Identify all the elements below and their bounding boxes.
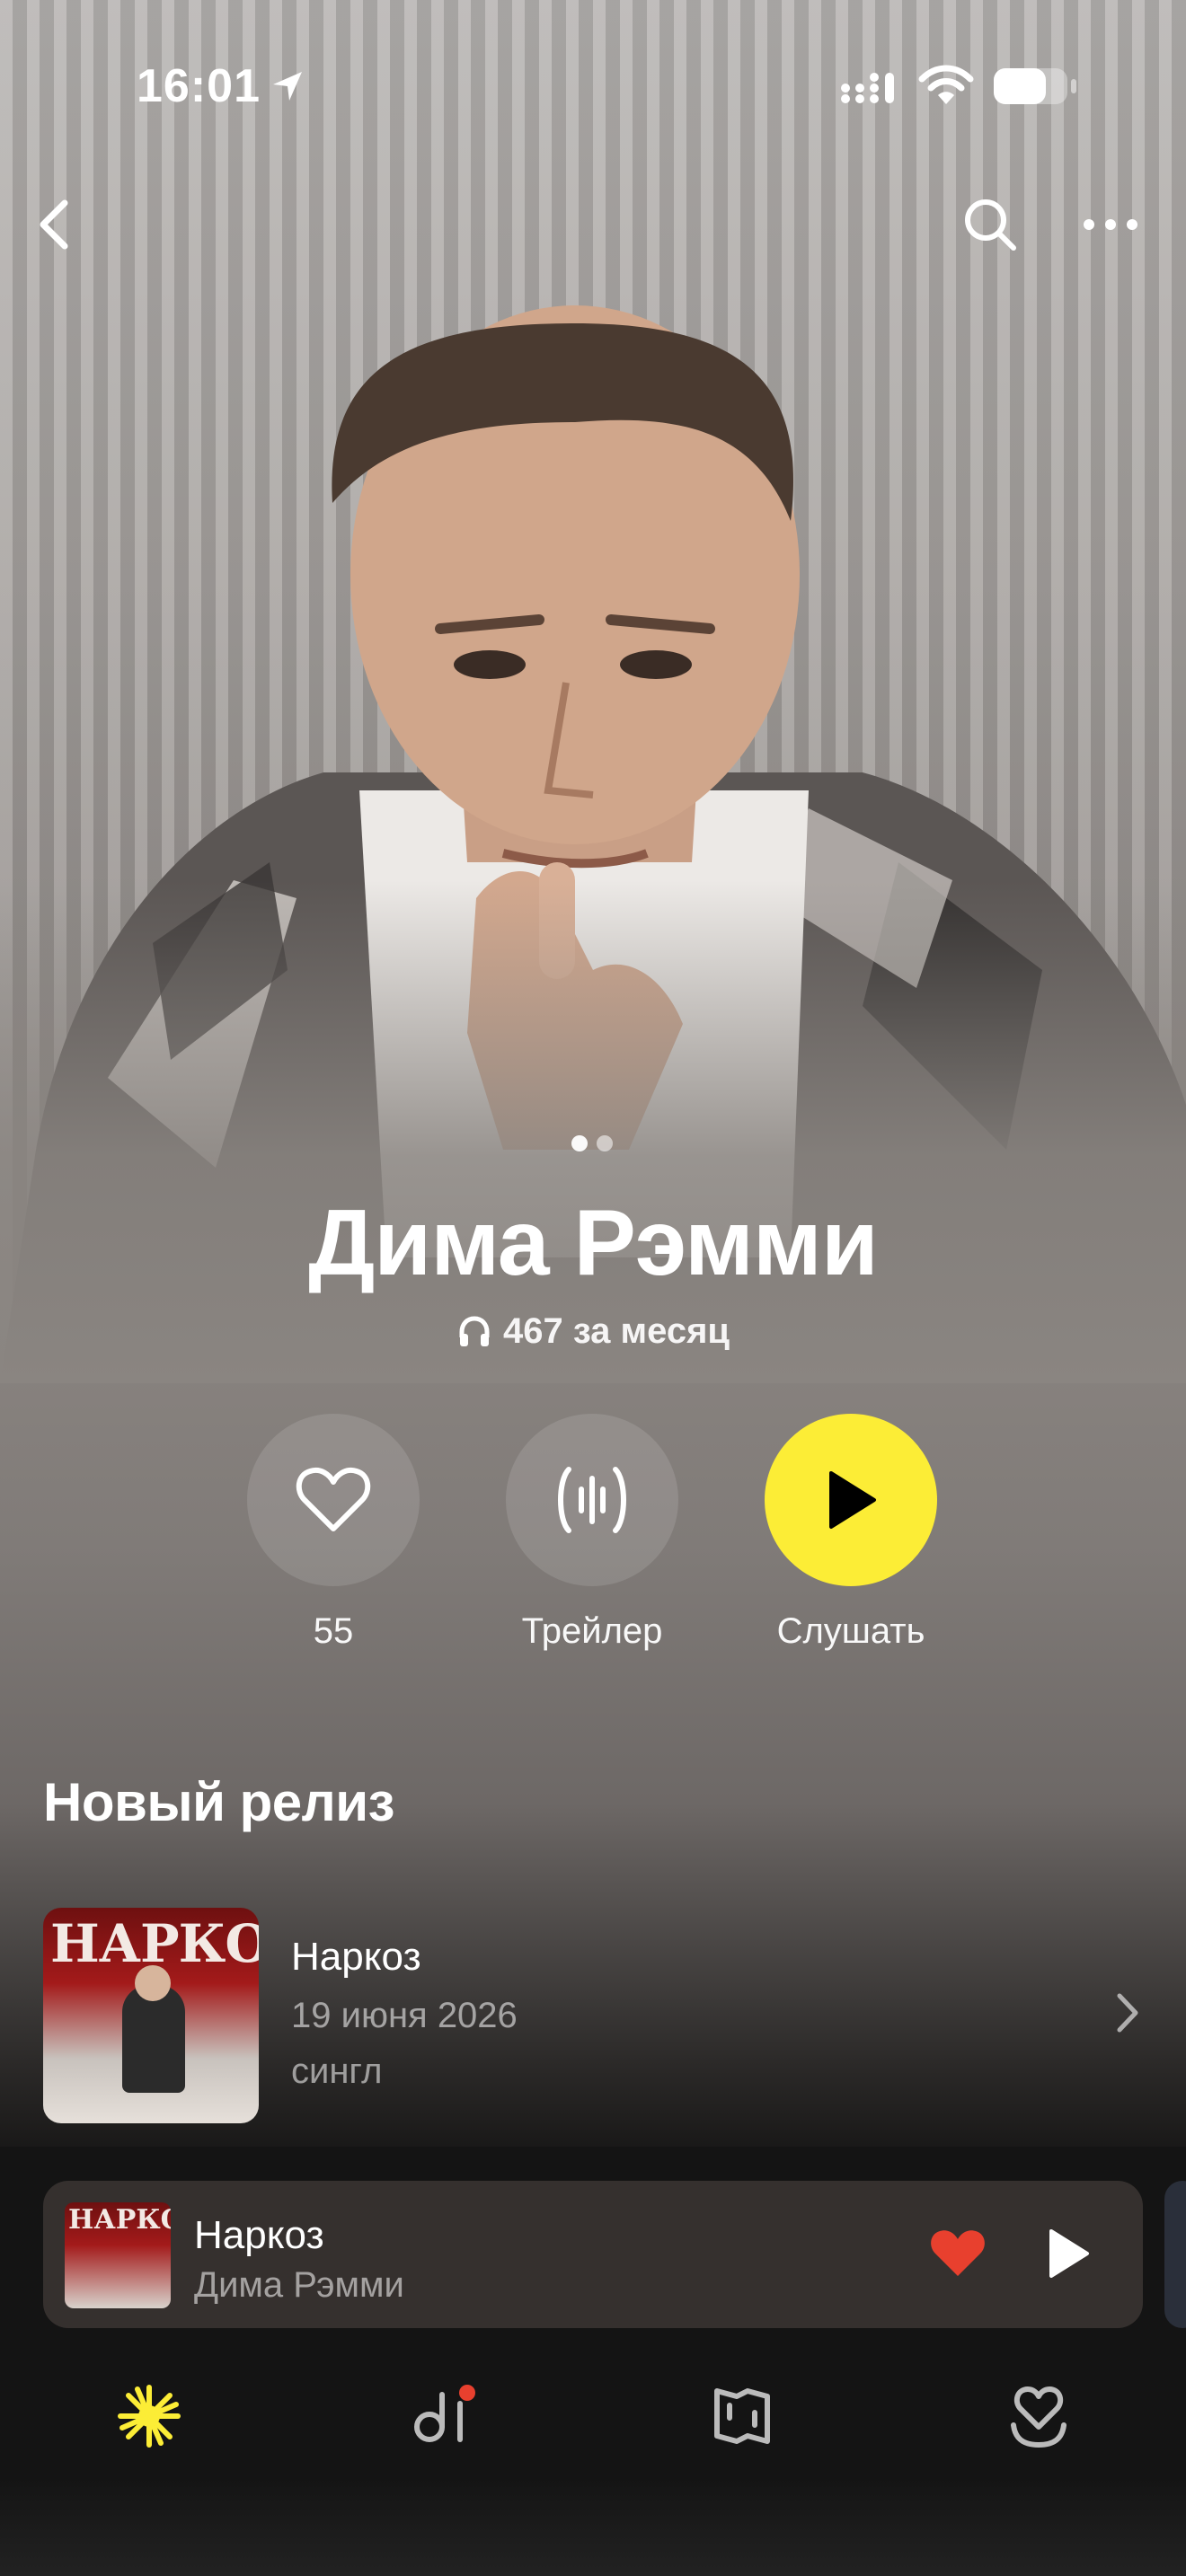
- listen-play-button[interactable]: [765, 1414, 937, 1586]
- status-bar: 16:01: [0, 54, 1186, 117]
- mini-like-button[interactable]: [929, 2228, 987, 2284]
- cover-figure: [122, 1985, 185, 2093]
- tab-favorites[interactable]: [994, 2371, 1084, 2461]
- page-dot: [597, 1135, 613, 1151]
- heart-filled-icon: [931, 2230, 985, 2276]
- play-icon: [1049, 2229, 1089, 2278]
- listen-label: Слушать: [776, 1611, 925, 1651]
- search-icon: [965, 199, 1016, 251]
- signal-icon: [840, 70, 903, 110]
- mini-player-cover: НАРКОЗ: [65, 2202, 171, 2308]
- chevron-left-icon: [40, 199, 68, 250]
- artist-name: Дима Рэмми: [308, 1191, 879, 1295]
- release-title: Наркоз: [291, 1935, 421, 1979]
- new-release-item[interactable]: НАРКОЗ Наркоз 19 июня 2026 сингл: [43, 1908, 1150, 2125]
- release-cover: НАРКОЗ: [43, 1908, 259, 2123]
- next-card-edge: [1164, 2181, 1186, 2328]
- play-icon: [829, 1471, 876, 1529]
- listeners-count: 467 за месяц: [0, 1311, 1186, 1352]
- artist-screen: 16:01 Дима Рэмми 467 за месяц 55 Трейлер…: [0, 0, 1186, 2576]
- headphones-icon: [459, 1315, 490, 1346]
- like-action: 55: [247, 1414, 420, 1652]
- wifi-icon: [918, 65, 974, 112]
- page-dot-active: [571, 1135, 588, 1151]
- listen-action: Слушать: [765, 1414, 937, 1652]
- favorites-heart-icon: [1011, 2386, 1067, 2448]
- status-time: 16:01: [137, 60, 261, 112]
- release-date: 19 июня 2026: [291, 1996, 518, 2035]
- back-button[interactable]: [25, 190, 83, 259]
- release-type: сингл: [291, 2051, 383, 2091]
- listeners-text: 467 за месяц: [502, 1311, 730, 1351]
- trailer-label: Трейлер: [521, 1611, 663, 1651]
- more-dots-icon: [1084, 219, 1137, 230]
- photo-fade: [0, 880, 1186, 1383]
- trailer-button[interactable]: [506, 1414, 678, 1586]
- chevron-right-icon: [1117, 1993, 1138, 2033]
- location-arrow-icon: [270, 68, 305, 109]
- trailer-wave-icon: [558, 1467, 626, 1533]
- search-button[interactable]: [958, 192, 1022, 257]
- photo-page-indicator: [571, 1135, 613, 1151]
- mini-player[interactable]: НАРКОЗ Наркоз Дима Рэмми: [43, 2181, 1143, 2328]
- map-icon: [714, 2388, 770, 2444]
- tab-map[interactable]: [697, 2371, 787, 2461]
- battery-icon: [992, 66, 1078, 110]
- like-count: 55: [313, 1611, 354, 1651]
- mini-player-artist: Дима Рэмми: [194, 2265, 404, 2305]
- like-button[interactable]: [247, 1414, 420, 1586]
- trailer-action: Трейлер: [506, 1414, 678, 1652]
- heart-outline-icon: [296, 1468, 371, 1531]
- mini-play-button[interactable]: [1046, 2228, 1091, 2284]
- cover-figure-head: [135, 1965, 171, 2001]
- new-release-heading: Новый релиз: [43, 1772, 395, 1832]
- wave-star-icon: [118, 2385, 181, 2448]
- tab-wave[interactable]: [104, 2371, 194, 2461]
- tab-bar: [0, 2371, 1186, 2461]
- mini-player-title: Наркоз: [194, 2213, 324, 2257]
- tab-collection[interactable]: [401, 2371, 491, 2461]
- notification-badge: [459, 2385, 475, 2401]
- mini-cover-text: НАРКОЗ: [68, 2204, 171, 2236]
- home-area: [0, 2477, 1186, 2576]
- more-button[interactable]: [1075, 199, 1146, 250]
- music-collection-icon: [414, 2385, 475, 2442]
